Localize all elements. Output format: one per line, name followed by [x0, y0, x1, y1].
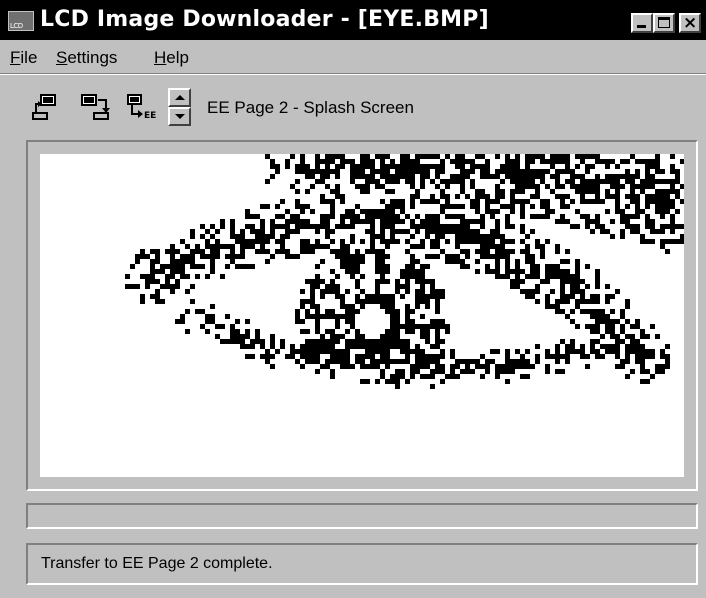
- download-from-lcd-icon[interactable]: [80, 92, 112, 120]
- minimize-icon: [637, 25, 646, 28]
- ee-page-label: EE Page 2 - Splash Screen: [207, 98, 414, 117]
- close-icon: ×: [683, 13, 698, 33]
- menu-file-rest: ile: [20, 48, 38, 67]
- menu-help-accel: H: [154, 48, 167, 67]
- minimize-button[interactable]: [631, 13, 653, 33]
- page-up-button[interactable]: [168, 88, 191, 107]
- lcd-image-preview[interactable]: [40, 154, 684, 477]
- maximize-icon: [658, 17, 670, 28]
- save-to-ee-icon[interactable]: EE: [126, 92, 158, 120]
- menu-separator: [0, 74, 706, 77]
- menu-help-rest: elp: [166, 48, 189, 67]
- page-down-button[interactable]: [168, 107, 191, 126]
- app-icon-label: LCD: [10, 22, 23, 30]
- maximize-button[interactable]: [653, 13, 675, 33]
- page-spinner: [168, 88, 191, 126]
- lcd-app-icon[interactable]: LCD: [8, 11, 34, 31]
- menu-settings-rest: ettings: [67, 48, 118, 67]
- menu-settings-accel: S: [56, 48, 68, 67]
- upload-to-lcd-icon[interactable]: [32, 92, 64, 120]
- image-frame: [26, 140, 698, 491]
- menu-settings[interactable]: Settings: [56, 48, 117, 68]
- ee-badge: EE: [144, 111, 156, 120]
- menu-bar: File Settings Help: [0, 40, 706, 74]
- down-arrow-icon: [175, 114, 185, 119]
- title-bar[interactable]: LCD LCD Image Downloader - [EYE.BMP] ×: [0, 0, 706, 40]
- window-title: LCD Image Downloader - [EYE.BMP]: [40, 7, 489, 32]
- dithered-eye-bitmap: [125, 154, 684, 389]
- up-arrow-icon: [175, 95, 185, 100]
- status-text: Transfer to EE Page 2 complete.: [41, 555, 273, 572]
- app-window: LCD LCD Image Downloader - [EYE.BMP] × F…: [0, 0, 706, 598]
- transfer-progress-bar: [26, 503, 698, 529]
- menu-help[interactable]: Help: [154, 48, 189, 68]
- menu-file-accel: F: [10, 48, 21, 67]
- status-bar: Transfer to EE Page 2 complete.: [26, 543, 698, 585]
- menu-file[interactable]: File: [10, 48, 37, 68]
- close-button[interactable]: ×: [679, 13, 701, 33]
